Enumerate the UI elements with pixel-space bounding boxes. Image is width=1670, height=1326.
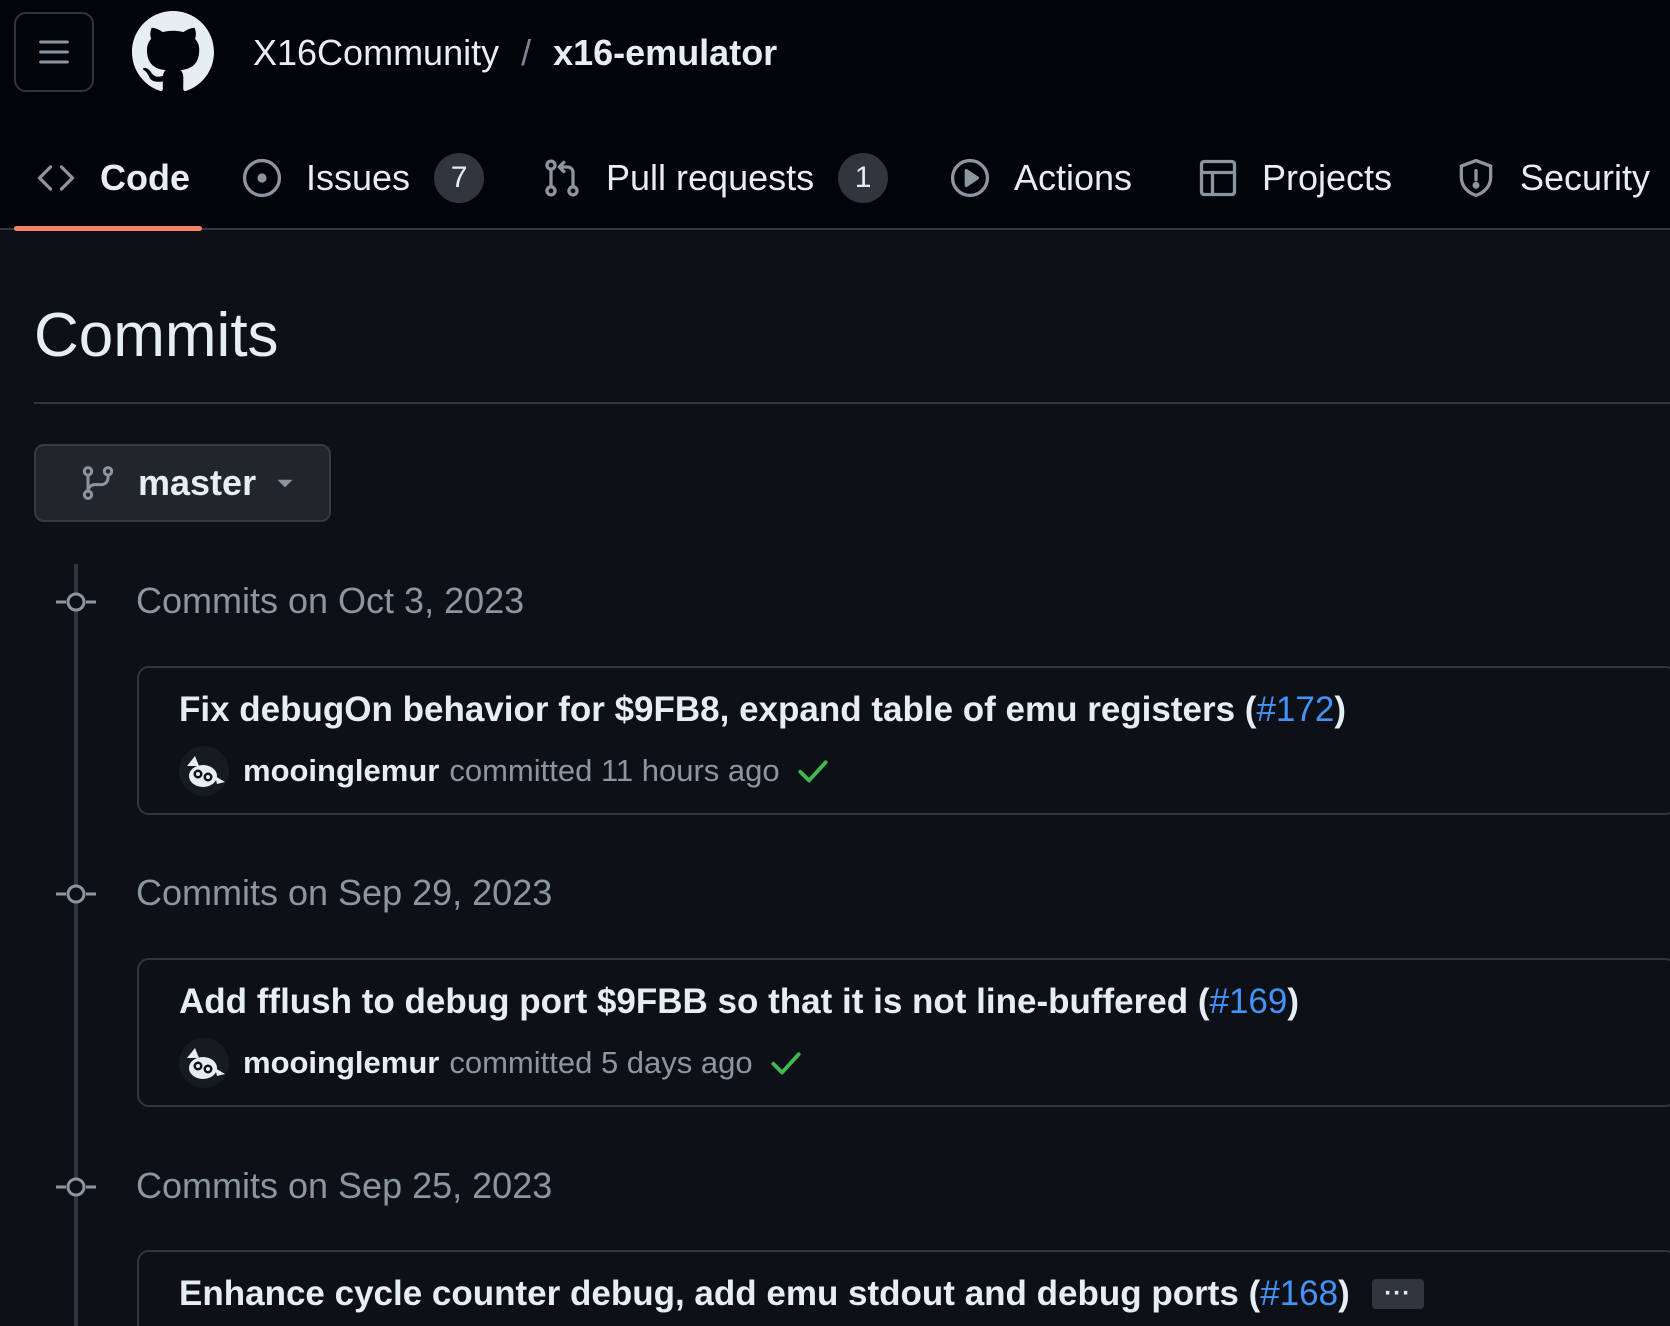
tab-label: Code <box>100 157 190 198</box>
commit-card: Enhance cycle counter debug, add emu std… <box>137 1250 1670 1326</box>
triangle-down-icon <box>277 479 293 488</box>
git-pull-request-icon <box>540 156 584 200</box>
commit-group-date: Commits on Sep 29, 2023 <box>136 872 553 913</box>
divider <box>34 402 1670 404</box>
commit-time: committed 11 hours ago <box>449 753 780 788</box>
check-icon[interactable] <box>794 752 832 790</box>
repo-header: X16Community / x16-emulator Code Issues … <box>0 0 1670 231</box>
repo-owner-link[interactable]: X16Community <box>253 32 499 74</box>
commit-time: committed 5 days ago <box>449 1045 753 1080</box>
commit-message-close: ) <box>1334 690 1346 729</box>
tab-label: Issues <box>306 157 411 198</box>
breadcrumb: X16Community / x16-emulator <box>253 30 777 76</box>
tab-projects[interactable]: Projects <box>1196 128 1392 228</box>
pr-link[interactable]: #169 <box>1209 982 1287 1022</box>
git-branch-icon <box>82 466 114 500</box>
commit-node-icon <box>56 884 96 904</box>
menu-button[interactable] <box>14 12 94 92</box>
tab-pull-requests[interactable]: Pull requests 1 <box>540 128 889 228</box>
commit-node-icon <box>56 592 96 612</box>
tab-label: Security <box>1520 157 1651 198</box>
tab-label: Actions <box>1014 157 1133 198</box>
repo-name-link[interactable]: x16-emulator <box>553 32 777 74</box>
pr-link[interactable]: #168 <box>1260 1274 1338 1314</box>
commit-group-date: Commits on Sep 25, 2023 <box>136 1165 553 1206</box>
commit-message-link[interactable]: Add fflush to debug port $9FBB so that i… <box>179 982 1299 1022</box>
expand-message-button[interactable]: ··· <box>1371 1279 1424 1309</box>
tab-code[interactable]: Code <box>34 128 190 228</box>
table-icon <box>1196 156 1240 200</box>
github-logo-icon[interactable] <box>132 11 214 93</box>
commit-message-text: Fix debugOn behavior for $9FB8, expand t… <box>179 690 1257 729</box>
tab-security[interactable]: Security <box>1454 128 1650 228</box>
issue-opened-icon <box>240 156 284 200</box>
avatar[interactable] <box>179 1038 229 1088</box>
commit-node-icon <box>56 1177 96 1197</box>
pr-link[interactable]: #172 <box>1256 690 1334 730</box>
commit-message-close: ) <box>1287 982 1300 1021</box>
branch-selector-button[interactable]: master <box>34 444 331 522</box>
commit-message-text: Add fflush to debug port $9FBB so that i… <box>179 982 1210 1021</box>
hamburger-icon <box>39 40 69 64</box>
check-icon[interactable] <box>767 1044 805 1082</box>
tab-label: Projects <box>1262 157 1393 198</box>
play-icon <box>948 156 992 200</box>
page-title: Commits <box>34 301 279 370</box>
tab-label: Pull requests <box>606 157 815 198</box>
issues-count-badge: 7 <box>434 153 485 203</box>
commit-card: Fix debugOn behavior for $9FB8, expand t… <box>137 666 1670 815</box>
commit-group-date: Commits on Oct 3, 2023 <box>136 580 525 621</box>
tab-issues[interactable]: Issues 7 <box>240 128 485 228</box>
code-icon <box>34 156 78 200</box>
commit-message-link[interactable]: Enhance cycle counter debug, add emu std… <box>179 1274 1424 1314</box>
commit-message-close: ) <box>1338 1274 1350 1313</box>
timeline-line <box>74 564 78 1326</box>
shield-icon <box>1454 156 1498 200</box>
branch-name: master <box>138 462 257 503</box>
commit-card: Add fflush to debug port $9FBB so that i… <box>137 958 1670 1107</box>
tab-actions[interactable]: Actions <box>948 128 1132 228</box>
breadcrumb-separator: / <box>521 32 532 73</box>
commit-meta: mooinglemur committed 11 hours ago <box>179 746 832 796</box>
pull-requests-count-badge: 1 <box>838 153 889 203</box>
commit-message-text: Enhance cycle counter debug, add emu std… <box>179 1274 1261 1313</box>
repo-nav-tabs: Code Issues 7 Pull requests 1 Actions Pr… <box>0 128 1670 231</box>
commit-message-link[interactable]: Fix debugOn behavior for $9FB8, expand t… <box>179 690 1346 730</box>
avatar[interactable] <box>179 746 229 796</box>
active-tab-indicator <box>14 226 202 231</box>
commit-author-link[interactable]: mooinglemur <box>243 753 439 789</box>
commit-meta: mooinglemur committed 5 days ago <box>179 1038 805 1088</box>
commit-author-link[interactable]: mooinglemur <box>243 1045 439 1081</box>
